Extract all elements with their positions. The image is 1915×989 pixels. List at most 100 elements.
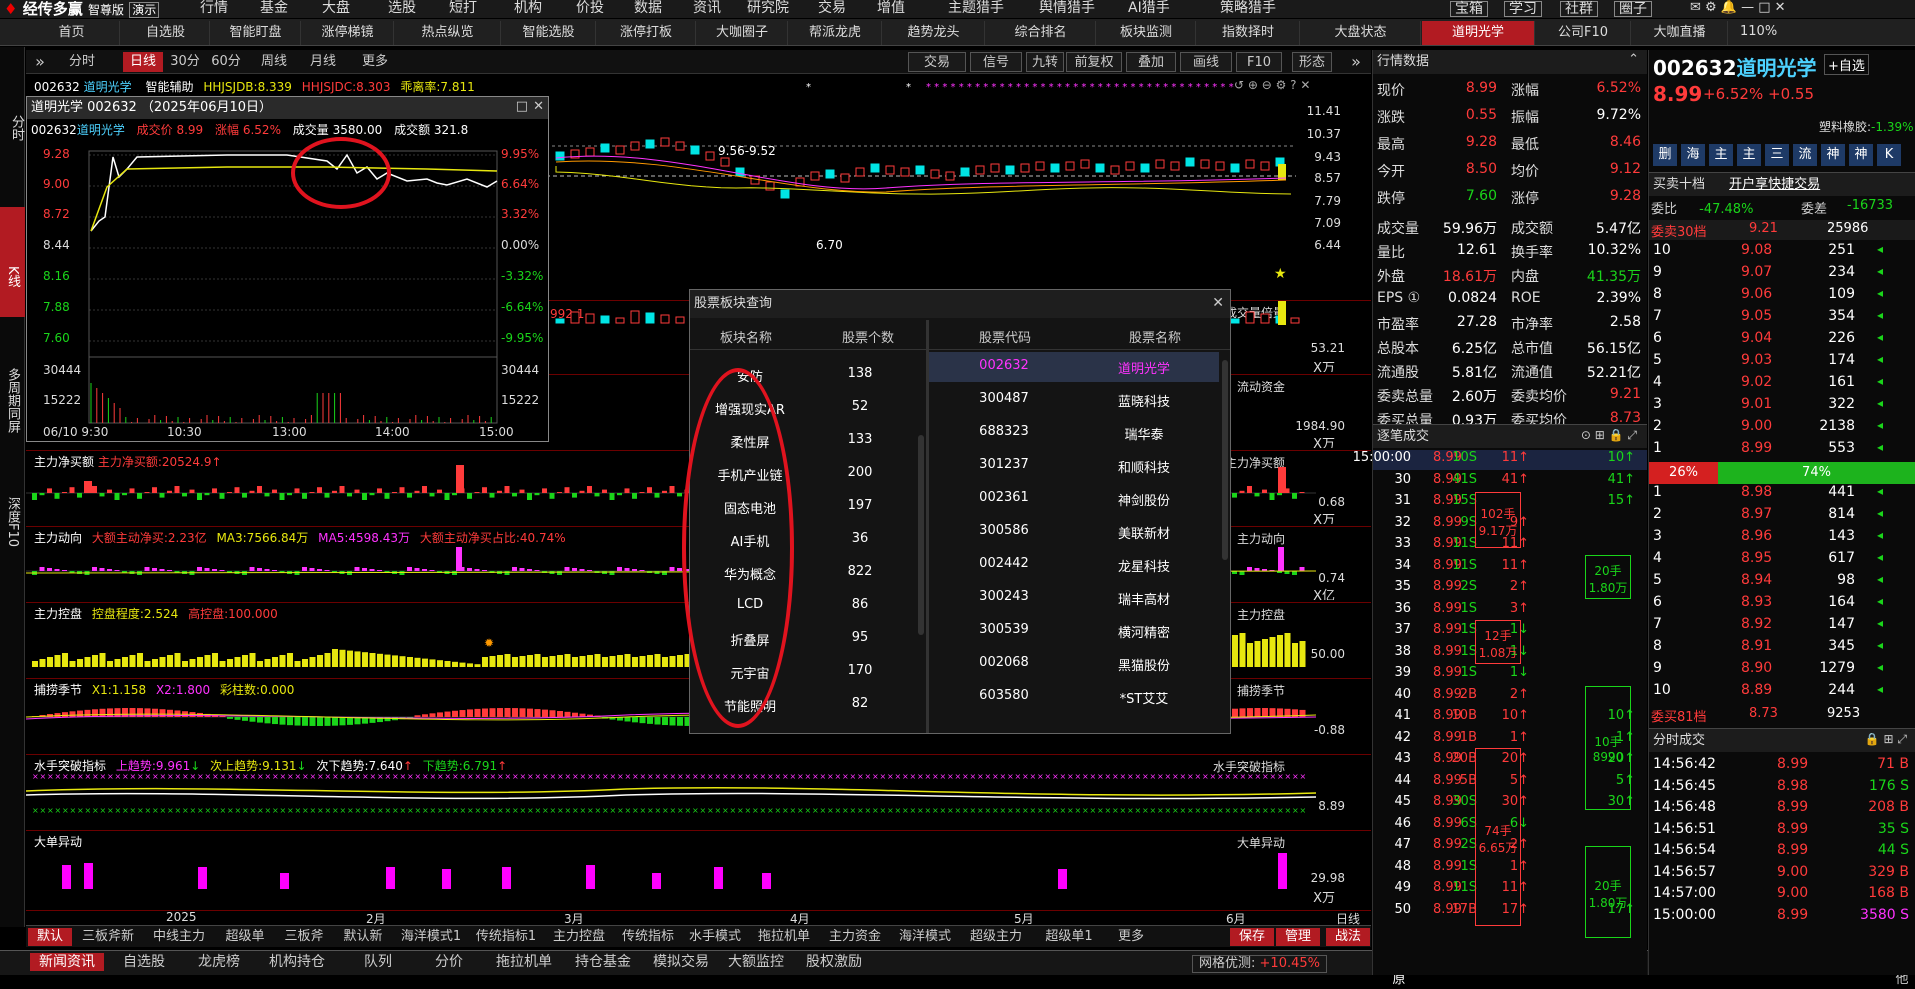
col-sector-name[interactable]: 板块名称 (720, 327, 772, 346)
menu-1[interactable]: 基金 (260, 0, 288, 18)
expand-icon[interactable]: » (1346, 52, 1366, 72)
navtab-12[interactable]: 指数择时 (1197, 21, 1300, 45)
col-stock-count[interactable]: 股票个数 (842, 327, 894, 346)
panel-tab-7[interactable]: 持仓基金 (568, 953, 638, 971)
menu-5[interactable]: 机构 (514, 0, 542, 18)
navtab-15[interactable]: 公司F10 (1536, 21, 1631, 45)
menu-11[interactable]: 增值 (877, 0, 905, 18)
indicator-tab-0[interactable]: 默认 (28, 928, 72, 946)
tool-4[interactable]: 叠加 (1126, 52, 1176, 72)
quick-button[interactable]: 神 (1849, 144, 1873, 166)
order-level-row[interactable]: 6 8.93 164 ◂ (1649, 594, 1915, 616)
big-order-pane[interactable]: 大单异动 大单异动 29.98 X万 (26, 830, 1371, 910)
navtab-14[interactable]: 道明光学 (1422, 21, 1535, 45)
period-2[interactable]: 30分 (166, 52, 204, 72)
order-level-row[interactable]: 2 9.00 2138 ◂ (1649, 418, 1915, 440)
menu-3[interactable]: 选股 (388, 0, 416, 18)
menu-right-3[interactable]: 圈子 (1614, 1, 1652, 17)
col-stock-code[interactable]: 股票代码 (979, 327, 1031, 346)
stock-row[interactable]: 300487 蓝晓科技 (929, 385, 1219, 415)
menu-2[interactable]: 大盘 (322, 0, 350, 18)
panel-tab-5[interactable]: 分价 (420, 953, 478, 971)
window-controls-icon[interactable]: ✉ ⚙ 🔔 — □ ✕ (1690, 0, 1786, 18)
indicator-tab-5[interactable]: 默认新 (333, 928, 393, 946)
order-level-row[interactable]: 4 9.02 161 ◂ (1649, 374, 1915, 396)
menu-12[interactable]: 主题猎手 (948, 0, 1004, 18)
order-level-row[interactable]: 6 9.04 226 ◂ (1649, 330, 1915, 352)
order-level-row[interactable]: 4 8.95 617 ◂ (1649, 550, 1915, 572)
trades-tools-icon[interactable]: 🔒 ⊞ ⤢ (1865, 732, 1907, 747)
navtab-4[interactable]: 热点纵览 (395, 21, 501, 45)
vtab-kline[interactable]: K线 (0, 207, 25, 317)
order-level-row[interactable]: 9 9.07 234 ◂ (1649, 264, 1915, 286)
order-level-row[interactable]: 3 9.01 322 ◂ (1649, 396, 1915, 418)
tool-7[interactable]: 形态 (1292, 52, 1332, 72)
indicator-tab-7[interactable]: 传统指标1 (469, 928, 543, 946)
zoom-level[interactable]: 110% (1740, 24, 1777, 39)
menu-6[interactable]: 价投 (576, 0, 604, 18)
navtab-13[interactable]: 大盘状态 (1301, 21, 1421, 45)
tool-3[interactable]: 前复权 (1066, 52, 1122, 72)
quick-button[interactable]: K (1877, 144, 1901, 166)
indicator-tab-16[interactable]: 更多 (1106, 928, 1156, 946)
ticks-tools-icon[interactable]: ⊙ ⊞ 🔒 ⤢ (1581, 428, 1637, 443)
period-3[interactable]: 60分 (206, 52, 246, 72)
navtab-3[interactable]: 涨停梯镜 (302, 21, 394, 45)
stock-row[interactable]: 301237 和顺科技 (929, 451, 1219, 481)
intraday-popup[interactable]: 道明光学 002632 （2025年06月10日） □ ✕ 002632道明光学… (26, 96, 549, 442)
indicator-tab-3[interactable]: 超级单 (215, 928, 275, 946)
menu-0[interactable]: 行情 (200, 0, 228, 18)
navtab-9[interactable]: 趋势龙头 (883, 21, 985, 45)
period-5[interactable]: 月线 (301, 52, 345, 72)
bottom-action-0[interactable]: 保存 (1230, 928, 1274, 946)
vtab-f10[interactable]: 深度F10 (0, 467, 25, 577)
quick-button[interactable]: 海 (1681, 144, 1705, 166)
order-level-row[interactable]: 9 8.90 1279 ◂ (1649, 660, 1915, 682)
navtab-16[interactable]: 大咖直播 (1632, 21, 1728, 45)
stock-row[interactable]: 300243 瑞丰高材 (929, 583, 1219, 613)
order-level-row[interactable]: 5 8.94 98 ◂ (1649, 572, 1915, 594)
indicator-tab-14[interactable]: 超级主力 (960, 928, 1032, 946)
panel-tab-2[interactable]: 龙虎榜 (186, 953, 252, 971)
order-level-row[interactable]: 1 8.98 441 ◂ (1649, 484, 1915, 506)
tool-6[interactable]: F10 (1236, 52, 1282, 72)
stock-row[interactable]: 603580 *ST艾艾 (929, 682, 1219, 712)
col-stock-name[interactable]: 股票名称 (1129, 327, 1181, 346)
bottom-action-2[interactable]: 战法 (1326, 928, 1370, 946)
stock-row[interactable]: 002068 黑猫股份 (929, 649, 1219, 679)
menu-4[interactable]: 短打 (449, 0, 477, 18)
navtab-1[interactable]: 自选股 (122, 21, 210, 45)
add-watch-button[interactable]: +自选 (1824, 54, 1869, 75)
panel-tab-8[interactable]: 模拟交易 (646, 953, 716, 971)
indicator-tab-8[interactable]: 主力控盘 (544, 928, 614, 946)
stock-row[interactable]: 002361 神剑股份 (929, 484, 1219, 514)
tool-2[interactable]: 九转 (1026, 52, 1064, 72)
quick-button[interactable]: 流 (1793, 144, 1817, 166)
stock-row[interactable]: 300586 美联新材 (929, 517, 1219, 547)
order-level-row[interactable]: 10 8.89 244 ◂ (1649, 682, 1915, 704)
indicator-tab-13[interactable]: 海洋模式 (891, 928, 959, 946)
stock-row[interactable]: 002442 龙星科技 (929, 550, 1219, 580)
order-level-row[interactable]: 7 8.92 147 ◂ (1649, 616, 1915, 638)
tool-1[interactable]: 信号 (970, 52, 1022, 72)
period-1[interactable]: 日线 (123, 52, 163, 72)
navtab-8[interactable]: 帮派龙虎 (789, 21, 882, 45)
menu-7[interactable]: 数据 (634, 0, 662, 18)
stock-scrollbar[interactable] (1222, 360, 1228, 560)
sector-query-dialog[interactable]: 股票板块查询 ✕ 板块名称 股票个数 股票代码 股票名称 安防 138 增强现实AR… (682, 289, 1231, 734)
stock-row[interactable]: 688323 瑞华泰 (929, 418, 1219, 448)
quick-button[interactable]: 神 (1821, 144, 1845, 166)
order-level-row[interactable]: 8 9.06 109 ◂ (1649, 286, 1915, 308)
panel-tab-9[interactable]: 大额监控 (722, 953, 790, 971)
stock-row[interactable]: 002632 道明光学 (929, 352, 1219, 382)
dialog-close-icon[interactable]: ✕ (1212, 295, 1224, 311)
quick-button[interactable]: 主 (1709, 144, 1733, 166)
panel-tab-6[interactable]: 拖拉机单 (488, 953, 560, 971)
order-level-row[interactable]: 3 8.96 143 ◂ (1649, 528, 1915, 550)
navtab-11[interactable]: 板块监测 (1097, 21, 1196, 45)
stock-row[interactable]: 300539 横河精密 (929, 616, 1219, 646)
menu-right-2[interactable]: 社群 (1560, 1, 1598, 17)
tool-0[interactable]: 交易 (908, 52, 966, 72)
order-level-row[interactable]: 10 9.08 251 ◂ (1649, 242, 1915, 264)
menu-10[interactable]: 交易 (818, 0, 846, 18)
